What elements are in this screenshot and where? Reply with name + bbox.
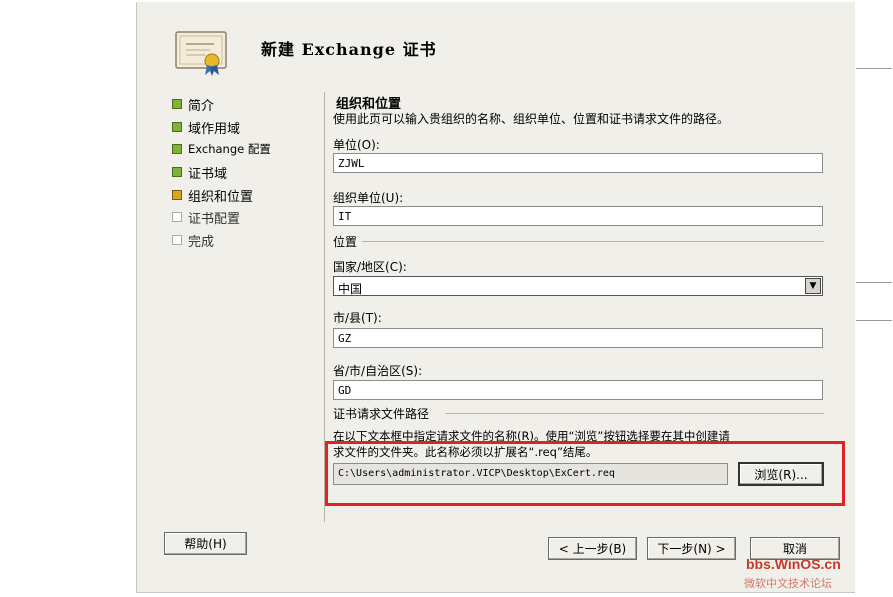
nav-item-complete: 完成 [172,231,215,250]
group-divider [445,413,824,414]
country-select[interactable]: 中国 ▼ [333,276,823,296]
nav-item-label: 域作用域 [188,121,241,137]
step-complete-icon [172,99,182,109]
nav-item-org-location: 组织和位置 [172,186,254,205]
request-group-label: 证书请求文件路径 [333,407,430,421]
city-input[interactable]: GZ [333,328,823,348]
watermark-name: 微软中文技术论坛 [744,577,832,590]
location-group-label: 位置 [333,235,358,249]
state-label: 省/市/自治区(S): [333,364,423,378]
nav-item-label: 完成 [188,234,215,250]
help-button[interactable]: 帮助(H) [164,532,247,555]
org-input[interactable]: ZJWL [333,153,823,173]
step-complete-icon [172,167,182,177]
back-button[interactable]: < 上一步(B) [548,537,637,560]
page-description: 使用此页可以输入贵组织的名称、组织单位、位置和证书请求文件的路径。 [333,112,730,126]
step-complete-icon [172,122,182,132]
country-value: 中国 [338,282,363,296]
edge-mark [856,282,892,283]
nav-item-label: 证书域 [188,166,228,182]
nav-item-domain-scope: 域作用域 [172,118,241,137]
highlight-box [325,441,845,506]
edge-mark [856,68,892,69]
org-unit-input[interactable]: IT [333,206,823,226]
step-complete-icon [172,144,182,154]
org-unit-label: 组织单位(U): [333,191,404,205]
nav-item-intro: 简介 [172,95,215,114]
org-label: 单位(O): [333,138,380,152]
wizard-title: 新建 Exchange 证书 [261,40,437,59]
nav-item-cert-domains: 证书域 [172,163,228,182]
nav-item-exchange-config: Exchange 配置 [172,140,271,158]
nav-item-label: 组织和位置 [188,189,254,205]
step-pending-icon [172,235,182,245]
nav-item-label: 证书配置 [188,211,241,227]
state-input[interactable]: GD [333,380,823,400]
watermark-site: bbs.WinOS.cn [746,556,841,572]
next-button[interactable]: 下一步(N) > [647,537,736,560]
step-pending-icon [172,212,182,222]
group-divider [362,241,824,242]
city-label: 市/县(T): [333,311,382,325]
country-label: 国家/地区(C): [333,260,407,274]
edge-mark [856,320,892,321]
dropdown-arrow-icon[interactable]: ▼ [805,278,821,294]
nav-item-label: 简介 [188,98,215,114]
nav-item-label: Exchange 配置 [188,142,271,156]
background-edge [855,0,893,597]
step-current-icon [172,190,182,200]
certificate-icon [174,29,230,77]
nav-item-cert-config: 证书配置 [172,208,241,227]
